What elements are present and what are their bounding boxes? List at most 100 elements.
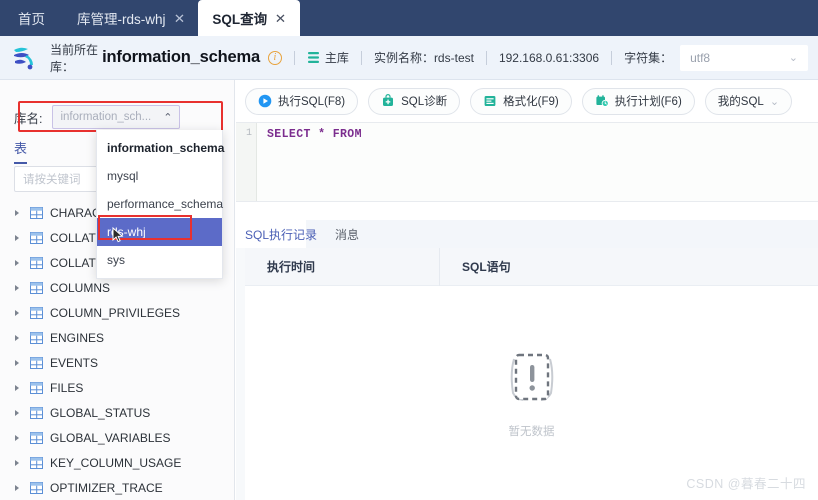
empty-box-icon	[510, 353, 553, 401]
expand-caret-icon[interactable]	[15, 409, 19, 416]
tree-item-label: KEY_COLUMN_USAGE	[50, 455, 182, 470]
db-select-dropdown[interactable]: information_sch... ⌃	[52, 105, 181, 129]
dropdown-item-label: performance_schema	[107, 197, 224, 211]
dropdown-item[interactable]: sys	[97, 246, 222, 274]
tree-item-label: ENGINES	[50, 330, 105, 345]
table-icon	[30, 456, 43, 469]
tree-item-label: COLUMN_PRIVILEGES	[50, 305, 181, 320]
db-select-dropdown-menu[interactable]: information_schemamysql performance_schem…	[96, 130, 225, 279]
close-icon[interactable]: ✕	[275, 12, 286, 25]
tab-messages[interactable]: 消息	[335, 226, 359, 243]
sql-diagnose-label: SQL诊断	[401, 96, 448, 108]
tab-home-label: 首页	[18, 12, 45, 27]
sidebar-tabs: 表	[14, 138, 28, 164]
my-sql-label: 我的SQL	[717, 96, 764, 108]
table-icon	[30, 231, 43, 244]
sql-editor[interactable]: 1 SELECT * FROM	[236, 122, 818, 202]
dropdown-item[interactable]: mysql	[97, 162, 222, 190]
tree-item-label: COLUMNS	[50, 280, 111, 295]
expand-caret-icon[interactable]	[15, 434, 19, 441]
expand-caret-icon[interactable]	[15, 484, 19, 491]
tree-item-label: GLOBAL_VARIABLES	[50, 430, 171, 445]
tab-sql-query[interactable]: SQL查询 ✕	[198, 0, 301, 36]
execute-sql-button[interactable]: 执行SQL(F8)	[245, 87, 359, 115]
tree-item[interactable]: ENGINES	[0, 325, 221, 350]
execution-plan-button[interactable]: 执行计划(F6)	[581, 87, 695, 115]
expand-caret-icon[interactable]	[15, 209, 19, 216]
divider	[360, 50, 362, 65]
expand-caret-icon[interactable]	[15, 334, 19, 341]
play-circle-icon	[258, 94, 272, 108]
expand-caret-icon[interactable]	[15, 359, 19, 366]
expand-caret-icon[interactable]	[15, 384, 19, 391]
result-tabs: SQL执行记录 消息	[236, 220, 818, 248]
sql-editor-text[interactable]: SELECT * FROM	[257, 123, 818, 201]
tab-sql-history[interactable]: SQL执行记录	[245, 226, 317, 243]
expand-caret-icon[interactable]	[15, 309, 19, 316]
watermark: CSDN @暮春二十四	[686, 477, 806, 491]
close-icon[interactable]: ✕	[173, 12, 184, 25]
execute-sql-label: 执行SQL(F8)	[278, 96, 346, 108]
tree-item[interactable]: GLOBAL_VARIABLES	[0, 425, 221, 450]
tree-item[interactable]: EVENTS	[0, 350, 221, 375]
sql-diagnose-button[interactable]: SQL诊断	[368, 87, 461, 115]
dropdown-item-label: sys	[107, 253, 125, 267]
table-icon	[30, 281, 43, 294]
tree-item[interactable]: FILES	[0, 375, 221, 400]
tab-db-manage[interactable]: 库管理-rds-whj ✕	[63, 0, 198, 36]
expand-caret-icon[interactable]	[15, 259, 19, 266]
stethoscope-icon	[383, 94, 394, 106]
expand-caret-icon[interactable]	[15, 459, 19, 466]
editor-gutter: 1	[236, 123, 257, 201]
charset-select[interactable]: utf8 ⌄	[680, 44, 808, 71]
db-name-label: 库名:	[14, 111, 43, 126]
plan-clock-icon	[596, 95, 609, 107]
tree-item[interactable]: GLOBAL_STATUS	[0, 400, 221, 425]
result-table-header: 执行时间 SQL语句	[245, 247, 818, 286]
format-lines-icon	[484, 96, 496, 106]
my-sql-dropdown-button[interactable]: 我的SQL ⌄	[704, 87, 793, 115]
db-selector-row: 库名: information_sch... ⌃	[0, 100, 235, 134]
tree-item[interactable]: OPTIMIZER_TRACE	[0, 475, 221, 500]
charset-label: 字符集：	[624, 51, 673, 65]
table-icon	[30, 406, 43, 419]
tab-sql-query-label: SQL查询	[212, 12, 268, 27]
tree-item[interactable]: KEY_COLUMN_USAGE	[0, 450, 221, 475]
expand-caret-icon[interactable]	[15, 234, 19, 241]
result-panel: SQL执行记录 消息 执行时间 SQL语句 暂无数据	[236, 220, 818, 500]
window-tab-bar: 首页 库管理-rds-whj ✕ SQL查询 ✕	[0, 0, 818, 36]
expand-caret-icon[interactable]	[15, 284, 19, 291]
format-sql-button[interactable]: 格式化(F9)	[470, 87, 572, 115]
chevron-down-icon: ⌄	[788, 52, 798, 64]
primary-db-indicator: 主库	[307, 49, 349, 66]
sql-toolbar: 执行SQL(F8) SQL诊断 格式化(F9) 执行计划(F6) 我的SQL ⌄	[236, 80, 818, 122]
current-db-label: 当前所在库：	[50, 42, 99, 74]
dropdown-item[interactable]: performance_schema	[97, 190, 224, 218]
table-icon	[30, 431, 43, 444]
info-circle-icon[interactable]: i	[267, 50, 282, 65]
result-table: 执行时间 SQL语句 暂无数据	[245, 247, 818, 500]
empty-state-text: 暂无数据	[508, 426, 555, 438]
mouse-cursor-icon	[112, 227, 124, 243]
dropdown-item[interactable]: information_schema	[97, 134, 225, 162]
sql-workspace: 执行SQL(F8) SQL诊断 格式化(F9) 执行计划(F6) 我的SQL ⌄…	[236, 80, 818, 500]
execution-plan-label: 执行计划(F6)	[614, 96, 682, 108]
tree-item[interactable]: COLUMN_PRIVILEGES	[0, 300, 221, 325]
table-search-placeholder: 请按关键词	[23, 174, 81, 186]
divider	[293, 50, 295, 65]
sql-query-app: 首页 库管理-rds-whj ✕ SQL查询 ✕ 当前所在库： informat…	[0, 0, 818, 500]
tab-db-manage-label: 库管理-rds-whj	[77, 12, 166, 27]
tab-home[interactable]: 首页	[0, 0, 63, 36]
chevron-up-icon: ⌃	[163, 111, 173, 124]
instance-name: 实例名称：rds-test	[373, 51, 474, 65]
app-logo-icon	[14, 47, 33, 69]
dropdown-item-label: mysql	[107, 169, 139, 183]
dropdown-item-label: information_schema	[107, 141, 225, 155]
table-icon	[30, 481, 43, 494]
table-icon	[30, 356, 43, 369]
tree-item-label: EVENTS	[50, 355, 99, 370]
format-sql-label: 格式化(F9)	[503, 96, 559, 108]
sidebar-tab-tables[interactable]: 表	[14, 138, 28, 164]
tree-item-label: OPTIMIZER_TRACE	[50, 480, 163, 495]
charset-value: utf8	[690, 50, 711, 65]
